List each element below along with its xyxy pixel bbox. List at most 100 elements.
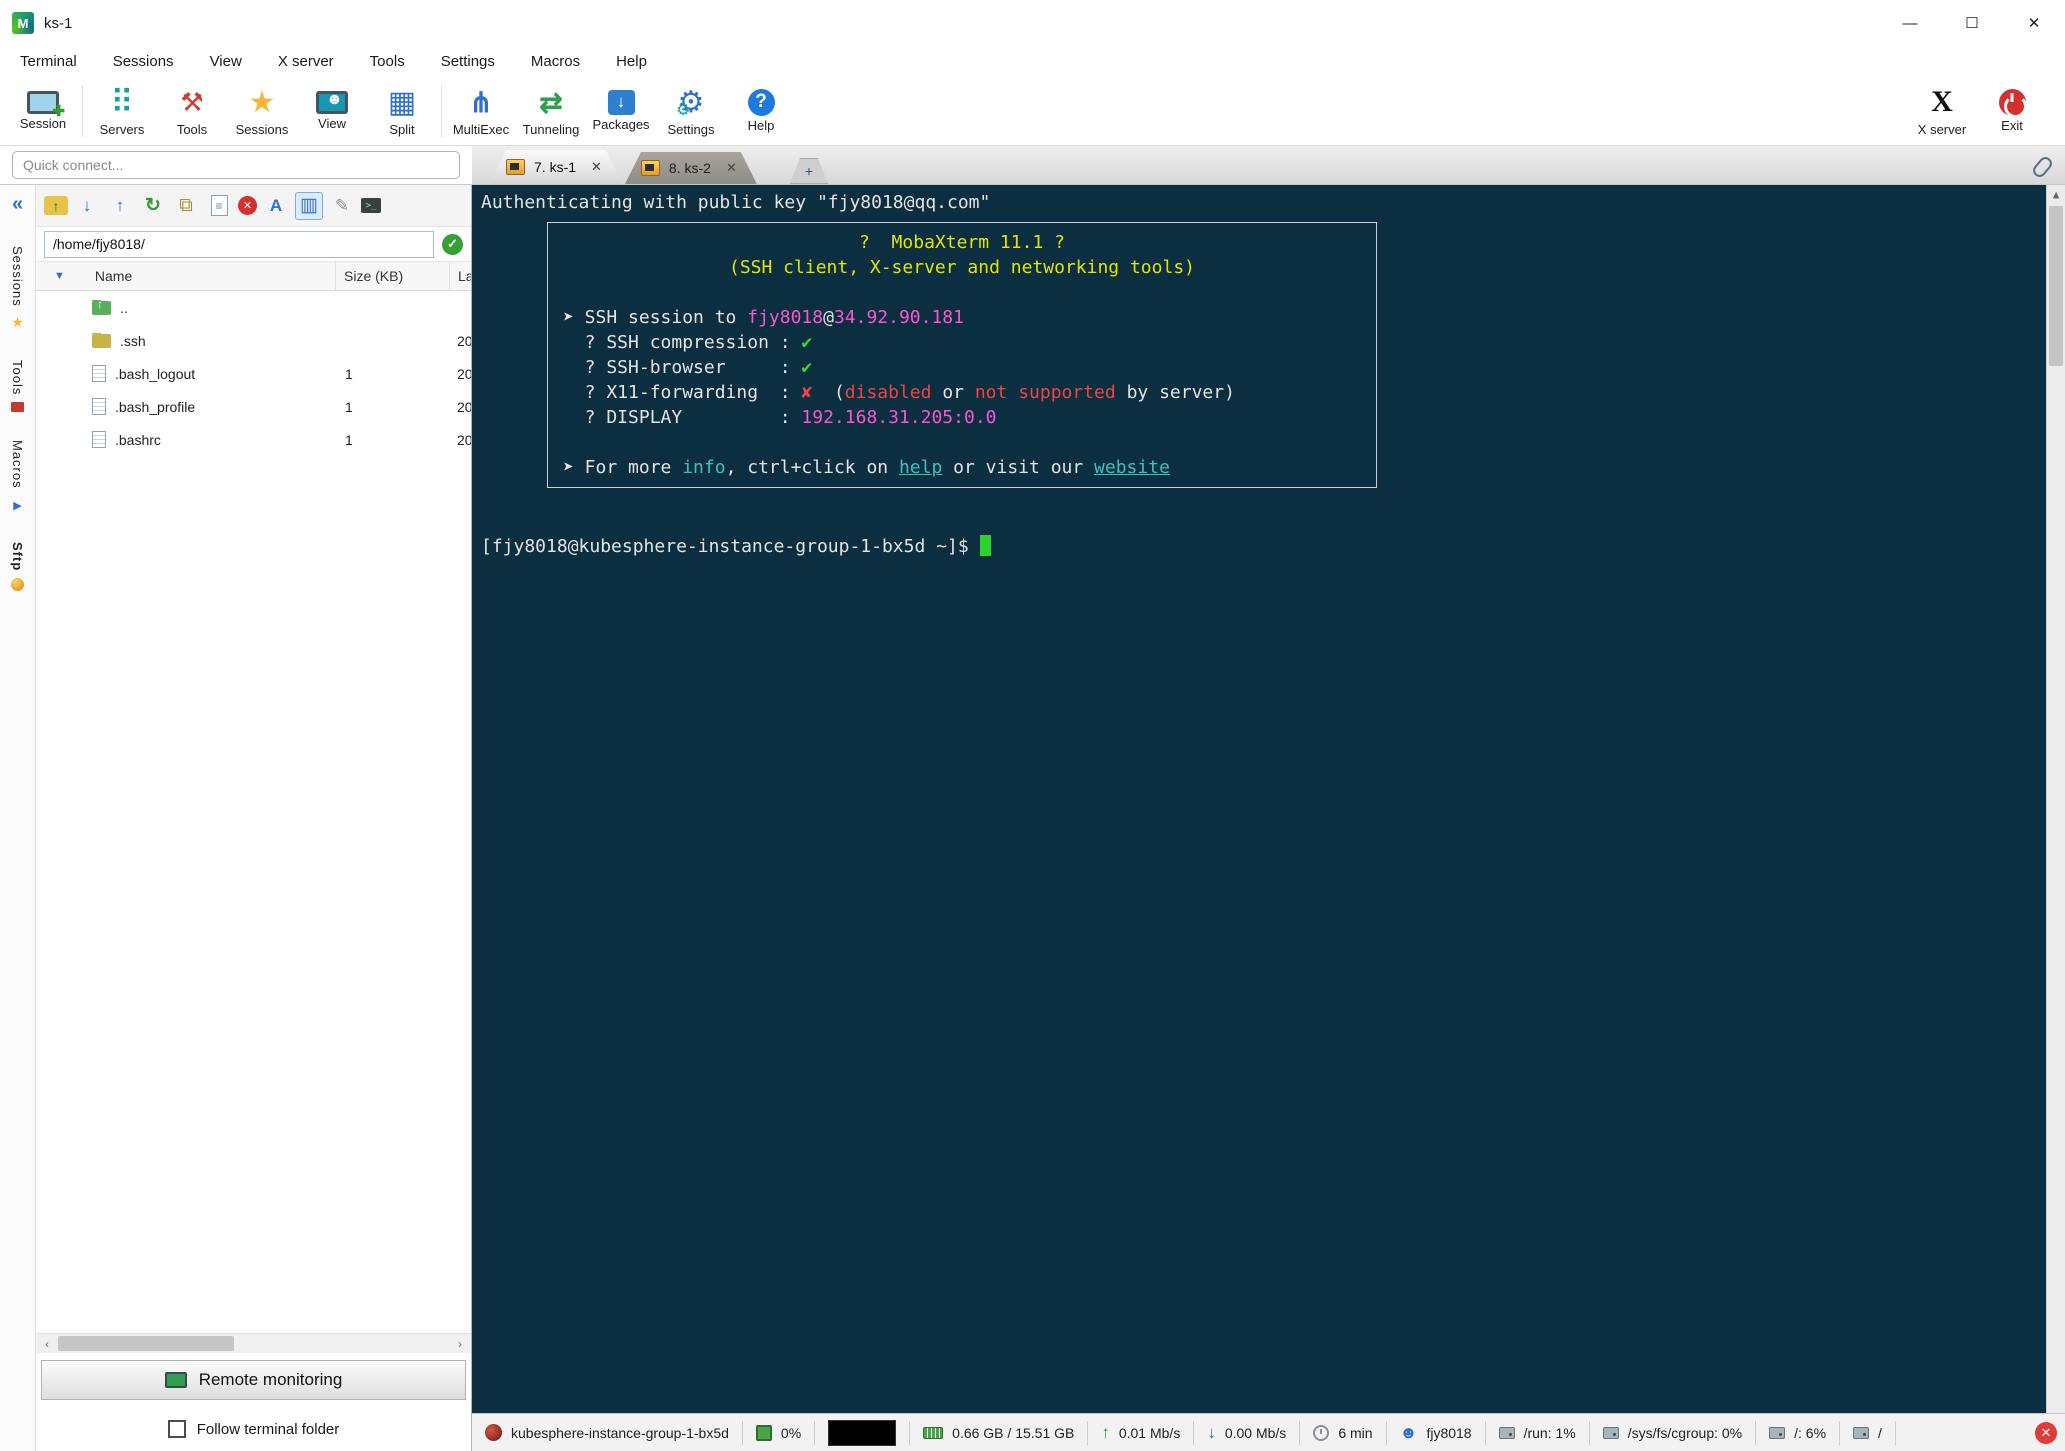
- sftp-copy-button[interactable]: [172, 192, 200, 220]
- sftp-download-button[interactable]: [73, 192, 101, 220]
- status-text: 0.00 Mb/s: [1224, 1424, 1287, 1441]
- horizontal-scrollbar[interactable]: ‹ ›: [36, 1333, 471, 1353]
- sftp-upload-button[interactable]: [106, 192, 134, 220]
- sftp-parent-folder-button[interactable]: [44, 196, 68, 215]
- quick-connect-input[interactable]: [12, 151, 460, 179]
- status-item: /: [1840, 1420, 1896, 1445]
- sftp-wand-button[interactable]: [328, 192, 356, 220]
- file-row[interactable]: .bash_profile 1 20: [36, 390, 471, 423]
- collapse-sidebar-button[interactable]: «: [12, 193, 23, 216]
- toolbar-packages-button[interactable]: Packages: [586, 79, 656, 143]
- terminal-text: ✘: [801, 382, 813, 403]
- vscrollbar-thumb[interactable]: [2049, 206, 2063, 366]
- status-item: [815, 1419, 911, 1446]
- menu-item-help[interactable]: Help: [598, 46, 665, 76]
- toolbar-split-button[interactable]: Split: [367, 79, 437, 143]
- path-confirm-icon[interactable]: ✓: [442, 233, 463, 255]
- session-tab[interactable]: 7. ks-1 ✕: [490, 150, 622, 184]
- scrollbar-thumb[interactable]: [58, 1336, 234, 1351]
- window-controls: — ☐ ✕: [1879, 0, 2065, 46]
- terminal[interactable]: Authenticating with public key "fjy8018@…: [472, 185, 2065, 1413]
- new-tab-button[interactable]: +: [790, 158, 828, 184]
- tools-icon: [180, 84, 203, 120]
- tab-close-icon[interactable]: ✕: [726, 160, 737, 176]
- toolbar-servers-button[interactable]: Servers: [87, 79, 157, 143]
- sidebar-tab-label: Macros: [10, 440, 25, 489]
- menu-item-sessions[interactable]: Sessions: [95, 46, 192, 76]
- status-bar: kubesphere-instance-group-1-bx5d 0% 0.66 G…: [472, 1413, 2065, 1451]
- scrollbar-track[interactable]: [58, 1334, 449, 1353]
- menu-item-tools[interactable]: Tools: [352, 46, 423, 76]
- terminal-tab-icon: [641, 160, 660, 176]
- sidebar-tab-macros[interactable]: Macros: [10, 440, 25, 514]
- sftp-new-file-button[interactable]: [205, 192, 233, 220]
- column-header-modified[interactable]: La: [449, 262, 471, 290]
- toolbar-xserver-button[interactable]: X server: [1907, 79, 1977, 143]
- close-button[interactable]: ✕: [2003, 0, 2065, 46]
- sftp-delete-button[interactable]: [238, 196, 257, 215]
- sftp-refresh-button[interactable]: [139, 192, 167, 220]
- menu-item-terminal[interactable]: Terminal: [2, 46, 95, 76]
- attachment-icon[interactable]: [2030, 154, 2055, 180]
- banner-line: [563, 280, 1361, 305]
- follow-terminal-checkbox[interactable]: [167, 1420, 186, 1438]
- column-size-label: Size (KB): [344, 268, 404, 284]
- column-header-name[interactable]: ▼ Name: [36, 268, 335, 284]
- toolbar-tunneling-button[interactable]: Tunneling: [516, 79, 586, 143]
- file-row[interactable]: .bash_logout 1 20: [36, 357, 471, 390]
- file-row[interactable]: .ssh 20: [36, 324, 471, 357]
- file-name-cell: .bash_profile: [36, 398, 335, 415]
- sftp-path-row: ✓: [36, 227, 471, 261]
- sftp-console-button[interactable]: [361, 198, 381, 213]
- macro-icon: [13, 496, 21, 514]
- column-header-size[interactable]: Size (KB): [335, 262, 449, 290]
- prompt-line: [fjy8018@kubesphere-instance-group-1-bx5…: [481, 534, 2035, 559]
- website-link[interactable]: website: [1094, 457, 1170, 478]
- toolbar-tools-button[interactable]: Tools: [157, 79, 227, 143]
- tab-close-icon[interactable]: ✕: [591, 159, 602, 175]
- menu-item-macros[interactable]: Macros: [513, 46, 598, 76]
- follow-terminal-row: Follow terminal folder: [36, 1407, 471, 1451]
- menu-item-view[interactable]: View: [192, 46, 260, 76]
- welcome-banner: ? MobaXterm 11.1 ? (SSH client, X-server …: [547, 222, 1377, 488]
- toolbar-help-button[interactable]: Help: [726, 79, 796, 143]
- toolbar-view-button[interactable]: View: [297, 79, 367, 143]
- scroll-up-icon[interactable]: ▲: [2047, 185, 2065, 204]
- remote-monitoring-button[interactable]: Remote monitoring: [41, 1360, 466, 1400]
- file-modified-cell: 20: [457, 431, 471, 448]
- sidebar-tab-sessions[interactable]: Sessions: [10, 246, 25, 332]
- file-row[interactable]: ..: [36, 291, 471, 324]
- toolbar-button-label: Exit: [2001, 117, 2023, 133]
- sftp-path-input[interactable]: [44, 230, 434, 258]
- menu-item-x-server[interactable]: X server: [260, 46, 352, 76]
- help-link[interactable]: help: [899, 457, 942, 478]
- sftp-rename-button[interactable]: [262, 192, 290, 220]
- status-text: /: 6%: [1794, 1424, 1827, 1441]
- status-item: kubesphere-instance-group-1-bx5d: [472, 1420, 743, 1445]
- vertical-scrollbar[interactable]: ▲: [2046, 185, 2065, 1413]
- toolbar-exit-button[interactable]: Exit: [1977, 79, 2047, 143]
- toolbar-sessions-button[interactable]: Sessions: [227, 79, 297, 143]
- toolbar-left: Session Servers Tools Sessions View Split Mult…: [8, 79, 796, 143]
- sidebar-tab-sftp[interactable]: Sftp: [10, 542, 25, 592]
- file-row[interactable]: .bashrc 1 20: [36, 423, 471, 456]
- packages-icon: [607, 89, 635, 115]
- menu-item-settings[interactable]: Settings: [423, 46, 513, 76]
- sftp-columns-button[interactable]: [295, 191, 323, 220]
- scroll-left-icon[interactable]: ‹: [36, 1337, 58, 1351]
- session-tab[interactable]: 8. ks-2 ✕: [625, 152, 757, 184]
- status-text: kubesphere-instance-group-1-bx5d: [511, 1424, 729, 1441]
- toolbar-session-button[interactable]: Session: [8, 79, 78, 143]
- status-close-button[interactable]: [2035, 1421, 2057, 1444]
- minimize-button[interactable]: —: [1879, 0, 1941, 46]
- maximize-button[interactable]: ☐: [1941, 0, 2003, 46]
- toolbar-settings-button[interactable]: Settings: [656, 79, 726, 143]
- servers-icon: [110, 84, 133, 120]
- toolbar-multiexec-button[interactable]: MultiExec: [446, 79, 516, 143]
- sidebar-tab-label: Tools: [10, 359, 25, 396]
- file-name: .bashrc: [115, 431, 161, 448]
- file-name-cell: .ssh: [36, 332, 335, 349]
- sidebar-tab-tools[interactable]: Tools: [10, 359, 25, 413]
- scroll-right-icon[interactable]: ›: [449, 1337, 471, 1351]
- session-icon: [27, 90, 65, 120]
